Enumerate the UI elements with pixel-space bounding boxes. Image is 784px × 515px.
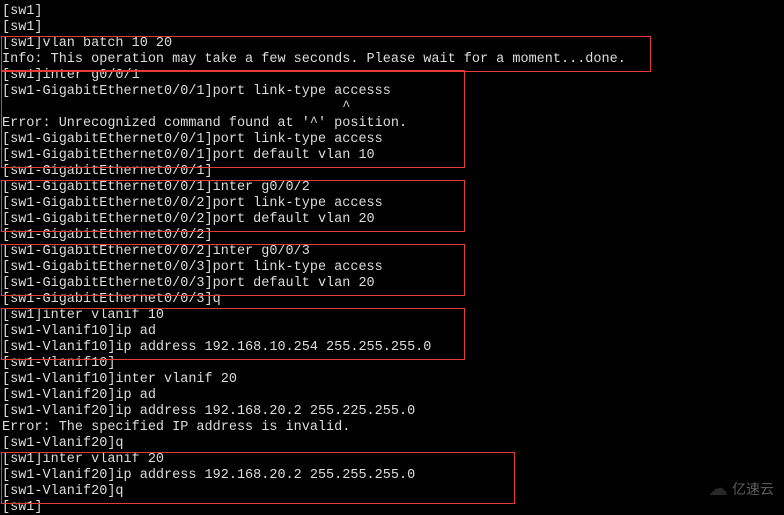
terminal-line: [sw1-GigabitEthernet0/0/3]port default v… (2, 276, 784, 292)
terminal-line: Error: Unrecognized command found at '^'… (2, 116, 784, 132)
terminal-line: ^ (2, 100, 784, 116)
terminal-line: [sw1-Vlanif20]ip ad (2, 388, 784, 404)
terminal-line: [sw1]inter g0/0/1 (2, 68, 784, 84)
terminal-line: [sw1]inter vlanif 10 (2, 308, 784, 324)
terminal-line: [sw1-GigabitEthernet0/0/1]inter g0/0/2 (2, 180, 784, 196)
terminal-line: [sw1-GigabitEthernet0/0/2]port default v… (2, 212, 784, 228)
terminal-line: [sw1-Vlanif20]ip address 192.168.20.2 25… (2, 404, 784, 420)
terminal-line: [sw1-Vlanif20]q (2, 436, 784, 452)
terminal-line: Info: This operation may take a few seco… (2, 52, 784, 68)
watermark-text: 亿速云 (732, 481, 774, 497)
terminal-line: [sw1-Vlanif20]q (2, 484, 784, 500)
terminal-line: [sw1-GigabitEthernet0/0/1]port default v… (2, 148, 784, 164)
terminal-line: [sw1-GigabitEthernet0/0/1]port link-type… (2, 84, 784, 100)
watermark: ☁ 亿速云 (708, 481, 774, 497)
terminal-line: [sw1-Vlanif20]ip address 192.168.20.2 25… (2, 468, 784, 484)
terminal-line: [sw1-GigabitEthernet0/0/2]inter g0/0/3 (2, 244, 784, 260)
terminal-line: [sw1-GigabitEthernet0/0/2] (2, 228, 784, 244)
terminal-line: [sw1]vlan batch 10 20 (2, 36, 784, 52)
terminal-line: [sw1-GigabitEthernet0/0/3]port link-type… (2, 260, 784, 276)
terminal-output[interactable]: [sw1] [sw1] [sw1]vlan batch 10 20 Info: … (0, 0, 784, 515)
terminal-line: [sw1-Vlanif10]ip ad (2, 324, 784, 340)
terminal-line: [sw1]inter vlanif 20 (2, 452, 784, 468)
terminal-line: [sw1] (2, 20, 784, 36)
terminal-line: [sw1-Vlanif10]inter vlanif 20 (2, 372, 784, 388)
terminal-line: Error: The specified IP address is inval… (2, 420, 784, 436)
terminal-line: [sw1-Vlanif10]ip address 192.168.10.254 … (2, 340, 784, 356)
terminal-line: [sw1-Vlanif10] (2, 356, 784, 372)
terminal-line: [sw1-GigabitEthernet0/0/1] (2, 164, 784, 180)
terminal-line: [sw1] (2, 4, 784, 20)
terminal-line: [sw1-GigabitEthernet0/0/1]port link-type… (2, 132, 784, 148)
terminal-line: [sw1-GigabitEthernet0/0/3]q (2, 292, 784, 308)
terminal-line: [sw1-GigabitEthernet0/0/2]port link-type… (2, 196, 784, 212)
terminal-line: [sw1] (2, 500, 784, 515)
cloud-icon: ☁ (708, 481, 728, 497)
